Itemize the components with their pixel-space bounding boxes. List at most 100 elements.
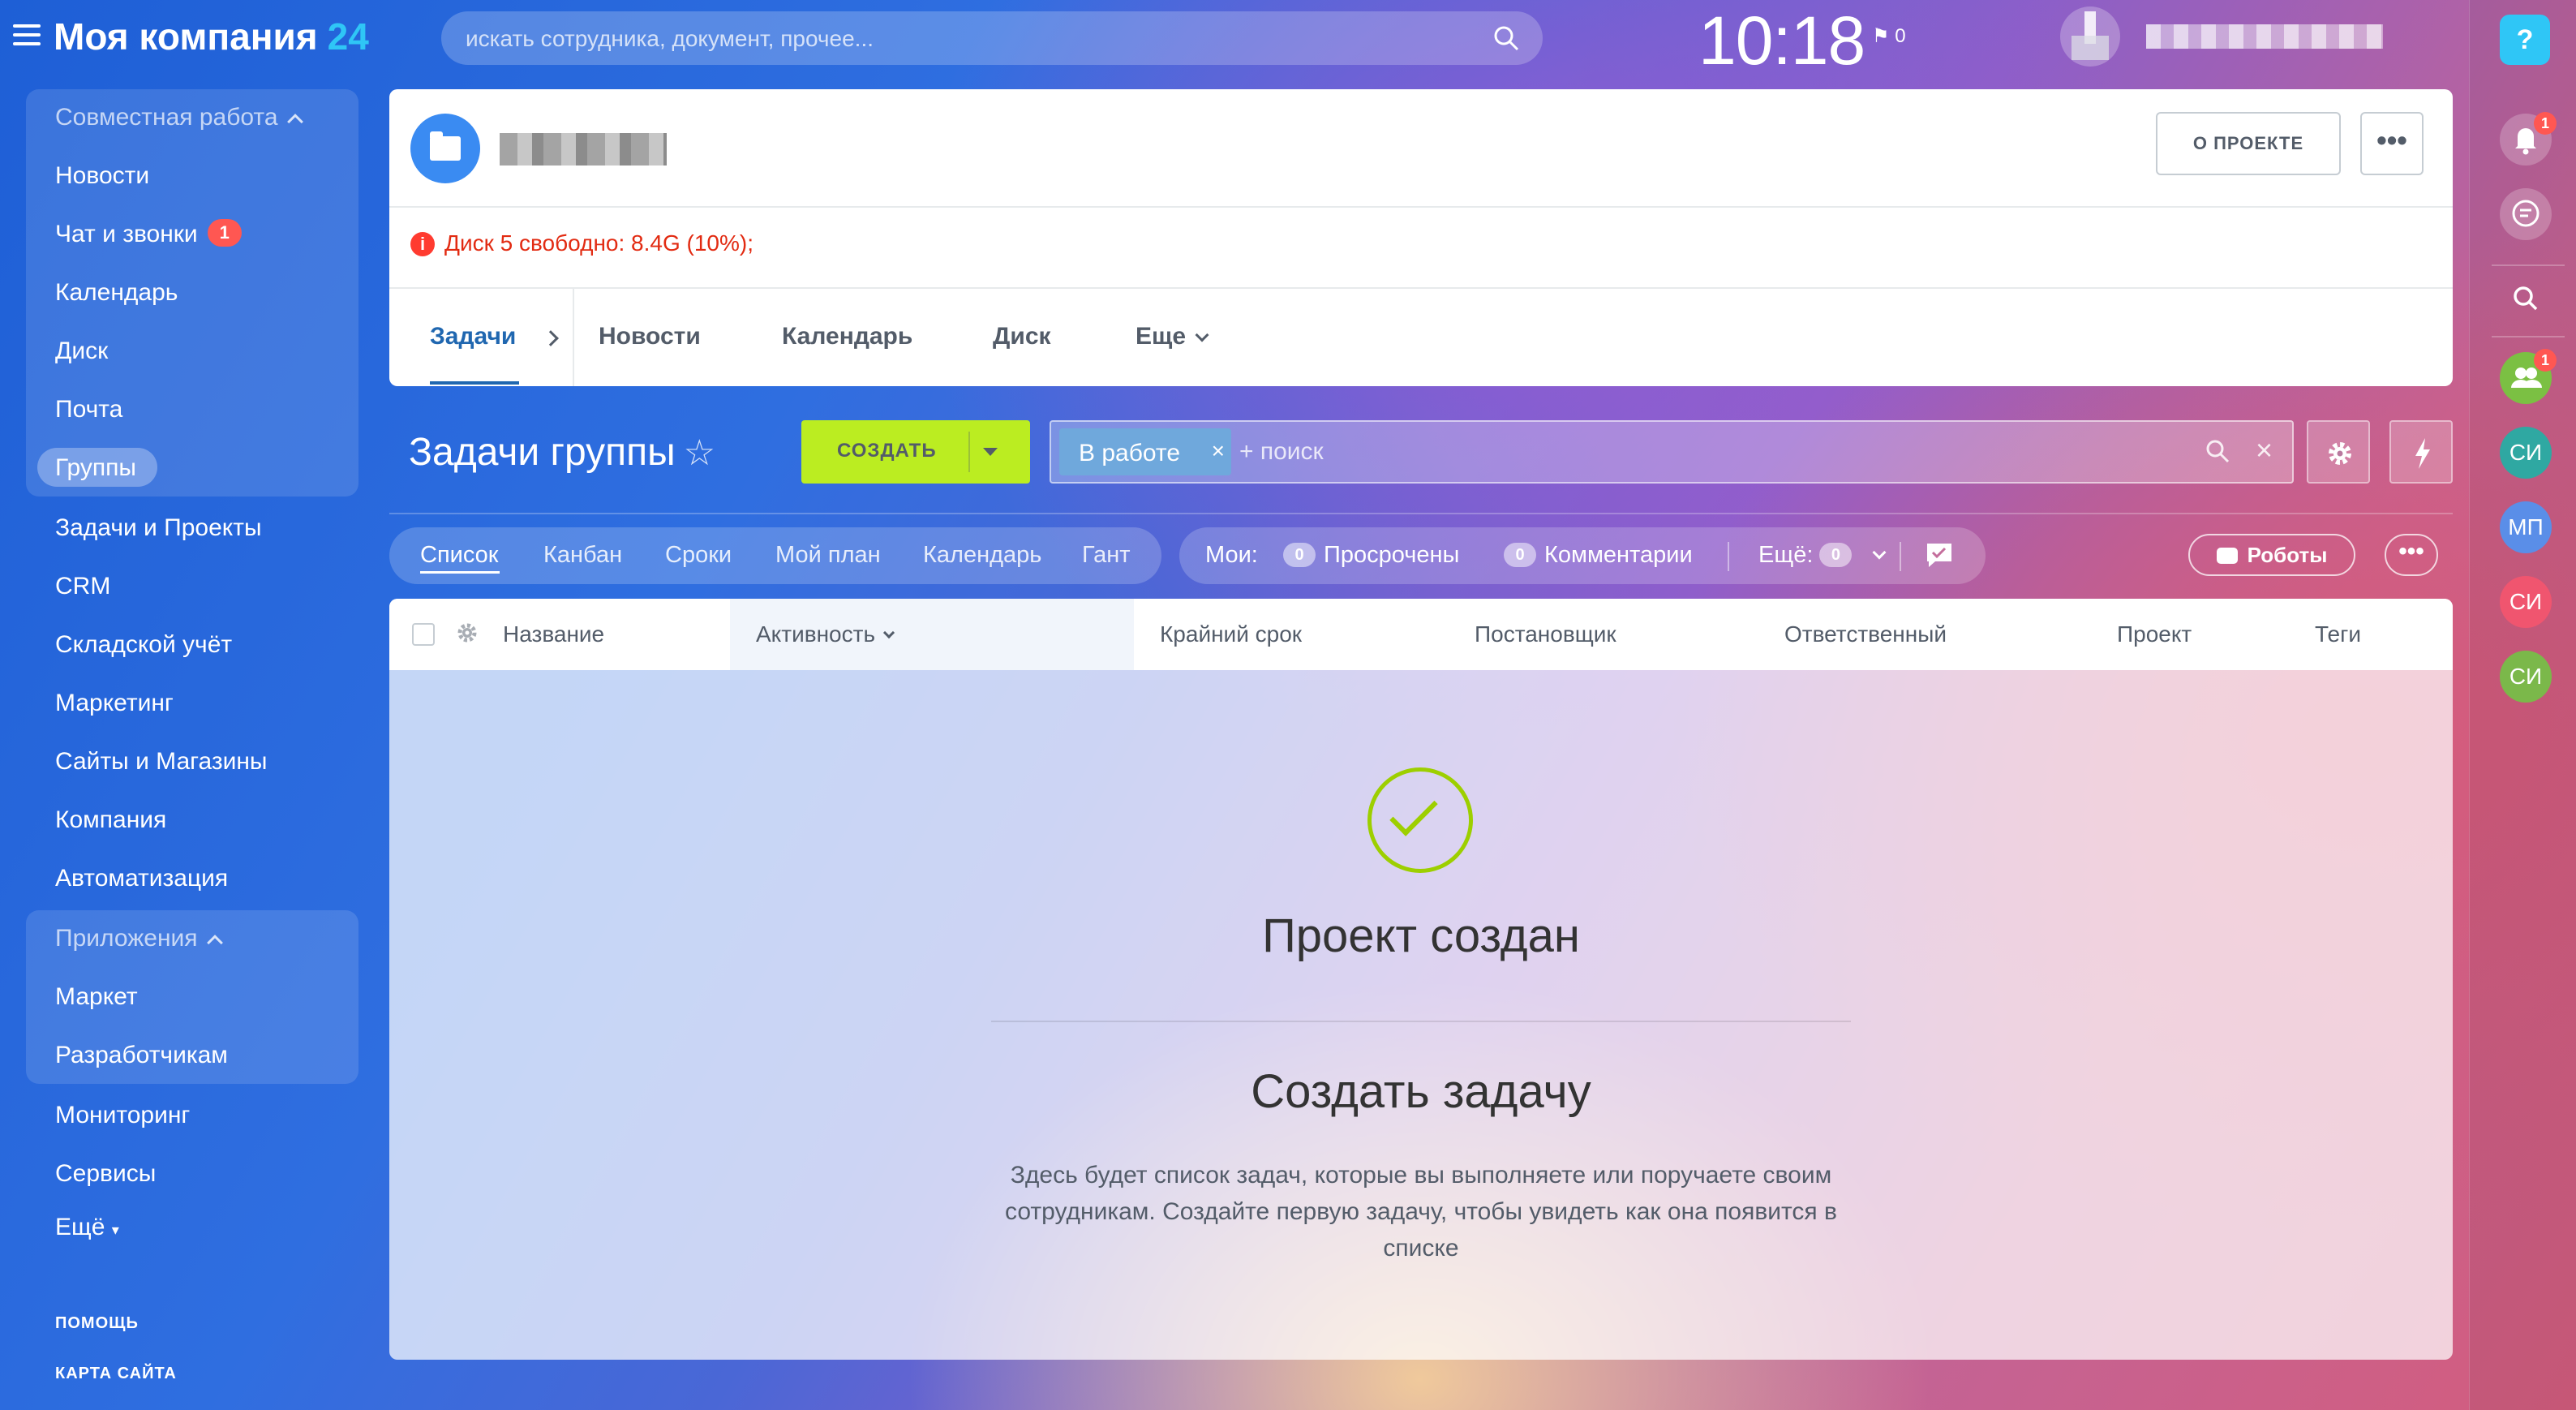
sidebar-item-tasks[interactable]: Задачи и Проекты [55,514,262,542]
sidebar-item-developers[interactable]: Разработчикам [55,1042,228,1069]
sidebar-item-automation[interactable]: Автоматизация [55,865,228,892]
help-button[interactable]: ? [2500,15,2550,65]
active-tab-underline [430,381,519,385]
sidebar-item-more[interactable]: Ещё ▾ [55,1214,119,1241]
sidebar-help-link[interactable]: ПОМОЩЬ [55,1314,139,1333]
sidebar-item-marketing[interactable]: Маркетинг [55,690,174,717]
tab-news[interactable]: Новости [599,323,701,350]
view-gantt[interactable]: Гант [1082,542,1131,569]
column-activity[interactable]: Активность [756,621,895,647]
column-project[interactable]: Проект [2117,621,2192,647]
about-project-button[interactable]: О ПРОЕКТЕ [2156,112,2341,175]
clock[interactable]: 10:18 [1698,2,1865,80]
flag-counter[interactable]: ⚑ 0 [1872,24,1906,48]
user-name[interactable] [2146,24,2383,49]
sidebar-item-inventory[interactable]: Складской учёт [55,631,232,659]
more-count: 0 [1819,543,1853,567]
counter-overdue[interactable]: 0 Просрочены [1283,542,1459,570]
tab-calendar[interactable]: Календарь [782,323,912,350]
project-more-button[interactable]: ••• [2360,112,2424,175]
settings-button[interactable] [2307,420,2370,484]
star-icon[interactable]: ☆ [684,432,715,474]
flag-count: 0 [1895,25,1906,47]
warning-icon: i [410,232,435,256]
comments-label: Комментарии [1544,542,1693,568]
sidebar-item-monitoring[interactable]: Мониторинг [55,1102,190,1129]
create-task-heading: Создать задачу [1251,1065,1591,1118]
contact-avatar-4[interactable]: СИ [2500,651,2552,703]
column-responsible[interactable]: Ответственный [1784,621,1947,647]
user-avatar[interactable] [2060,6,2120,67]
company-logo[interactable]: Моя компания 24 [54,15,369,58]
rightbar-search-button[interactable] [2500,273,2552,325]
sidebar-item-chat[interactable]: Чат и звонки 1 [55,219,242,249]
search-icon[interactable] [2205,438,2230,464]
group-title-text: Совместная работа [55,104,278,131]
counter-more[interactable]: Ещё: 0 [1758,542,1887,570]
column-deadline[interactable]: Крайний срок [1160,621,1302,647]
global-search-input[interactable]: искать сотрудника, документ, прочее... [441,11,1543,65]
chevron-down-icon [1872,545,1887,560]
create-task-button[interactable]: СОЗДАТЬ [801,420,1030,484]
sidebar-item-disk[interactable]: Диск [55,337,108,365]
sidebar-item-market[interactable]: Маркет [55,983,138,1011]
active-view-underline [420,571,500,574]
robots-label: Роботы [2247,543,2328,567]
counter-divider [1728,542,1729,571]
project-name[interactable] [500,133,667,166]
tab-divider [573,289,574,386]
logo-number: 24 [327,15,369,58]
view-list[interactable]: Список [420,542,499,569]
sidebar-item-sites[interactable]: Сайты и Магазины [55,748,267,776]
filter-chip-in-progress[interactable]: В работе × [1059,428,1231,475]
sidebar-item-services[interactable]: Сервисы [55,1160,156,1188]
contact-avatar-2[interactable]: МП [2500,501,2552,553]
sidebar-item-groups[interactable]: Группы [55,454,136,482]
tab-more[interactable]: Еще [1136,323,1209,350]
sidebar-item-news[interactable]: Новости [55,162,149,190]
create-label: СОЗДАТЬ [837,440,937,462]
column-name[interactable]: Название [503,621,604,647]
contact-avatar-1[interactable]: СИ [2500,427,2552,479]
button-separator [968,432,970,472]
divider [389,206,2453,208]
counter-comments[interactable]: 0 Комментарии [1504,542,1693,570]
read-all-button[interactable] [1922,539,1956,573]
overdue-count: 0 [1283,543,1316,567]
robots-button[interactable]: Роботы [2188,534,2355,576]
sidebar-sitemap-link[interactable]: КАРТА САЙТА [55,1365,177,1383]
folder-icon [430,131,461,161]
caret-down-icon[interactable] [983,448,998,456]
column-tags[interactable]: Теги [2315,621,2361,647]
sidebar-item-label: Ещё [55,1214,105,1240]
view-deadlines[interactable]: Сроки [665,542,732,569]
sidebar-item-crm[interactable]: CRM [55,573,110,600]
overdue-label: Просрочены [1324,542,1460,568]
sidebar-group-collab-title[interactable]: Совместная работа [55,104,303,131]
sidebar-item-calendar[interactable]: Календарь [55,279,178,307]
comments-count: 0 [1504,543,1536,567]
automation-button[interactable] [2389,420,2453,484]
list-more-button[interactable]: ••• [2385,534,2438,576]
view-my-plan[interactable]: Мой план [775,542,881,569]
project-avatar[interactable] [410,114,480,183]
view-calendar[interactable]: Календарь [923,542,1041,569]
messenger-button[interactable] [2500,188,2552,240]
contact-avatar-3[interactable]: СИ [2500,576,2552,628]
task-filter-input[interactable]: В работе × + поиск × [1050,420,2294,484]
menu-icon[interactable] [13,24,41,47]
sidebar-group-apps-title[interactable]: Приложения [55,925,223,952]
sidebar-item-company[interactable]: Компания [55,806,166,834]
clear-icon[interactable]: × [2256,433,2273,467]
view-kanban[interactable]: Канбан [543,542,622,569]
column-creator[interactable]: Постановщик [1475,621,1616,647]
sidebar-item-mail[interactable]: Почта [55,396,122,423]
chat-icon [2512,200,2540,227]
select-all-checkbox[interactable] [412,623,435,646]
tab-tasks[interactable]: Задачи [430,323,516,350]
tasks-title: Задачи группы ☆ [409,430,715,475]
tab-disk[interactable]: Диск [993,323,1051,350]
column-settings-gear-icon[interactable] [454,620,480,646]
close-icon[interactable]: × [1212,438,1225,464]
divider [389,287,2453,289]
